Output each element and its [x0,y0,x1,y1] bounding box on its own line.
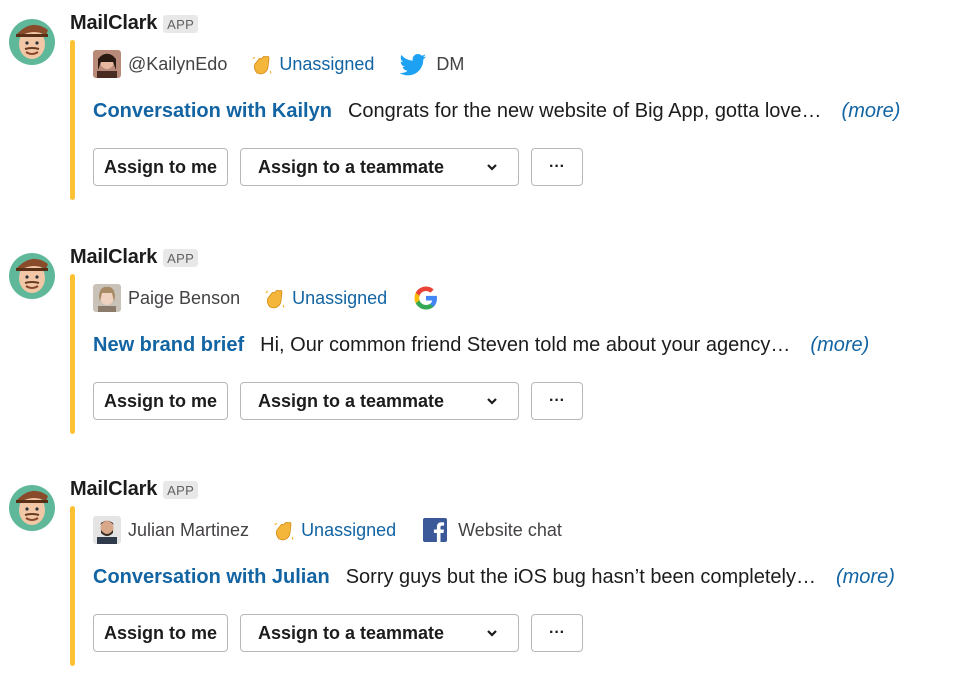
app-badge: APP [163,14,199,33]
assign-to-me-button[interactable]: Assign to me [93,382,228,420]
waving-hand-icon [251,53,273,75]
waving-hand-icon [264,287,286,309]
more-actions-button[interactable]: ··· [531,614,583,652]
message-snippet: Sorry guys but the iOS bug hasn’t been c… [345,566,816,588]
sender-header: MailClark APP [70,12,199,35]
chevron-down-icon [487,164,497,171]
facebook-icon [420,515,450,545]
assign-to-me-button[interactable]: Assign to me [93,614,228,652]
assignment-status[interactable]: Unassigned [292,288,387,309]
message-card: MailClark APP @KailynEdo Unassigned DM C… [0,0,960,200]
assign-teammate-dropdown[interactable]: Assign to a teammate [240,148,519,186]
message-snippet: Hi, Our common friend Steven told me abo… [260,334,791,356]
message-card: MailClark APP Paige Benson Unassigned Ne… [0,234,960,434]
conversation-summary: New brand brief Hi, Our common friend St… [93,334,869,357]
mailclark-avatar[interactable] [8,248,56,300]
assignment-status[interactable]: Unassigned [279,54,374,75]
channel-label: Website chat [458,519,562,540]
action-buttons: Assign to me Assign to a teammate ··· [93,148,583,186]
contact-name: Julian Martinez [128,519,250,540]
action-buttons: Assign to me Assign to a teammate ··· [93,382,583,420]
assignment-status[interactable]: Unassigned [301,520,396,541]
chevron-down-icon [487,630,497,637]
chevron-down-icon [487,398,497,405]
conversation-title-link[interactable]: Conversation with Julian [93,566,330,589]
attachment-accent-bar [70,274,75,434]
app-badge: APP [163,248,199,267]
twitter-icon [398,49,428,79]
contact-avatar [93,284,121,312]
attachment-accent-bar [70,40,75,200]
more-actions-button[interactable]: ··· [531,148,583,186]
more-link[interactable]: (more) [836,566,895,589]
contact-avatar [93,516,121,544]
assign-teammate-dropdown[interactable]: Assign to a teammate [240,382,519,420]
channel-label: DM [436,53,465,74]
attachment-accent-bar [70,506,75,666]
message-snippet: Congrats for the new website of Big App,… [347,100,822,122]
contact-avatar [93,50,121,78]
assign-teammate-label: Assign to a teammate [258,156,445,177]
more-actions-button[interactable]: ··· [531,382,583,420]
waving-hand-icon [273,519,295,541]
google-icon [411,283,441,313]
contact-name: Paige Benson [128,287,241,308]
contact-name: @KailynEdo [128,53,228,74]
more-link[interactable]: (more) [810,334,869,357]
sender-name[interactable]: MailClark [70,478,157,501]
mailclark-avatar[interactable] [8,14,56,66]
assign-teammate-label: Assign to a teammate [258,390,445,411]
message-card: MailClark APP Julian Martinez Unassigned [0,466,960,666]
conversation-meta: @KailynEdo Unassigned DM [93,48,464,80]
assign-teammate-dropdown[interactable]: Assign to a teammate [240,614,519,652]
conversation-meta: Julian Martinez Unassigned Website chat [93,514,562,546]
app-badge: APP [163,480,199,499]
sender-header: MailClark APP [70,246,199,269]
conversation-summary: Conversation with Julian Sorry guys but … [93,566,895,589]
mailclark-avatar[interactable] [8,480,56,532]
sender-name[interactable]: MailClark [70,12,157,35]
assign-teammate-label: Assign to a teammate [258,622,445,643]
conversation-title-link[interactable]: New brand brief [93,334,244,357]
sender-name[interactable]: MailClark [70,246,157,269]
conversation-meta: Paige Benson Unassigned [93,282,449,314]
sender-header: MailClark APP [70,478,199,501]
conversation-title-link[interactable]: Conversation with Kailyn [93,100,332,123]
assign-to-me-button[interactable]: Assign to me [93,148,228,186]
more-link[interactable]: (more) [842,100,901,123]
conversation-summary: Conversation with Kailyn Congrats for th… [93,100,900,123]
action-buttons: Assign to me Assign to a teammate ··· [93,614,583,652]
